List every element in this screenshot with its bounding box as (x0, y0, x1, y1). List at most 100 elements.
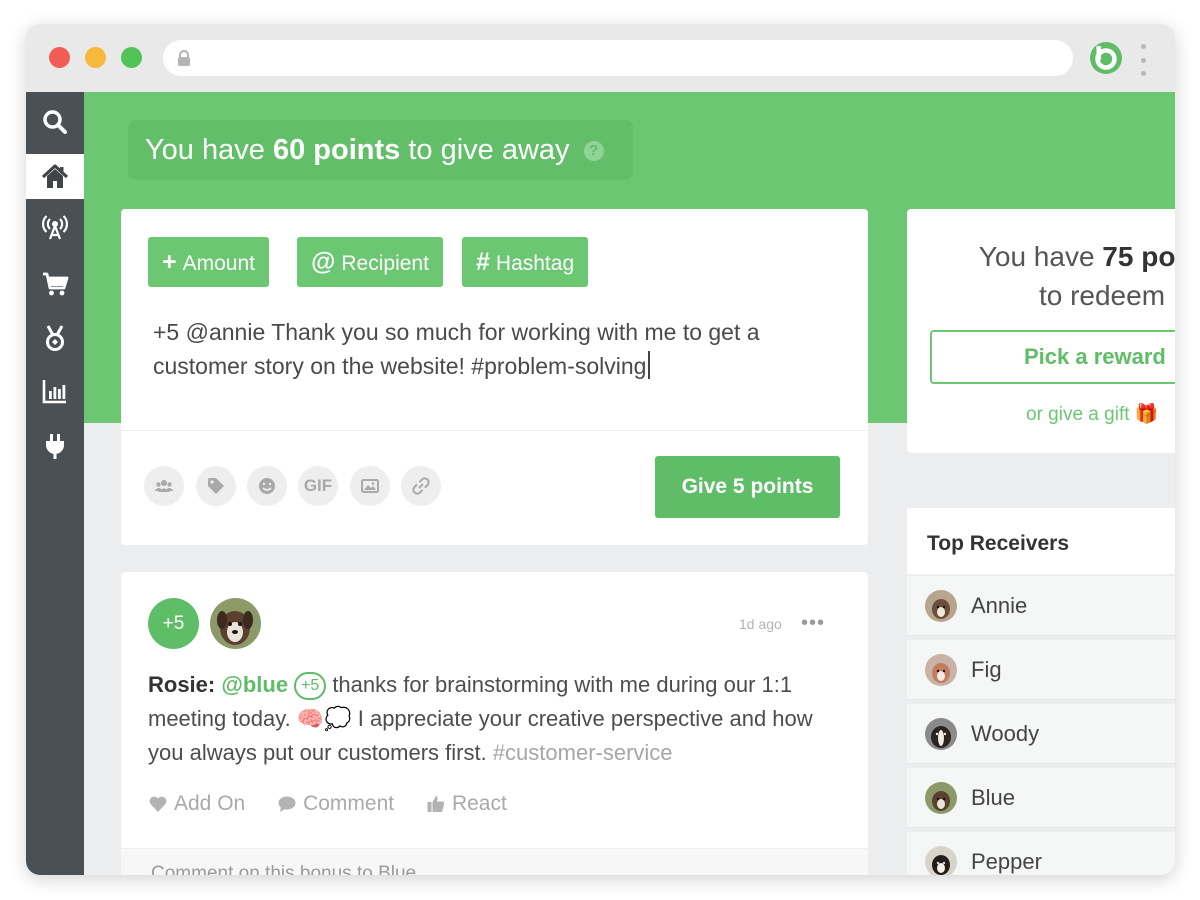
post-mention[interactable]: @blue (221, 672, 288, 697)
avatar (925, 846, 957, 875)
comment-input[interactable]: Comment on this bonus to Blue... (121, 848, 868, 875)
cart-icon (43, 272, 69, 295)
brain-emoji-icon: 🧠💭 (296, 706, 352, 731)
emoji-button[interactable] (247, 466, 287, 506)
add-on-button[interactable]: Add On (148, 792, 245, 816)
more-options-icon[interactable]: ••• (801, 613, 825, 633)
address-bar[interactable] (163, 40, 1073, 76)
plus-icon: + (162, 248, 177, 276)
sidebar-item-search[interactable] (26, 99, 84, 144)
post-message: Rosie: @blue +5 thanks for brainstorming… (148, 668, 848, 770)
give-prefix: You have (145, 134, 265, 166)
receiver-name: Pepper (971, 849, 1042, 874)
redeem-card: You have 75 points to redeem Pick a rewa… (907, 209, 1175, 453)
avatar[interactable] (210, 598, 261, 649)
link-icon (412, 477, 430, 495)
post-timestamp: 1d ago (739, 616, 782, 632)
app-sidebar (26, 92, 84, 875)
sidebar-item-analytics[interactable] (26, 368, 84, 413)
comment-label: Comment (303, 792, 395, 815)
receiver-item[interactable]: Annie (907, 576, 1175, 636)
sidebar-item-shop[interactable] (26, 261, 84, 306)
bonusly-logo-icon[interactable] (1088, 40, 1124, 76)
receiver-item[interactable]: Fig (907, 640, 1175, 700)
composer-divider (121, 430, 868, 431)
post-hashtag[interactable]: #customer-service (493, 740, 673, 765)
hashtag-chip-button[interactable]: # Hashtag (462, 237, 589, 287)
hash-icon: # (476, 248, 490, 276)
receiver-name: Annie (971, 593, 1028, 618)
comment-placeholder: Comment on this bonus to Blue... (151, 863, 432, 875)
browser-titlebar (26, 24, 1175, 92)
give-gift-link[interactable]: or give a gift 🎁 (1026, 402, 1158, 426)
image-button[interactable] (350, 466, 390, 506)
maximize-window-button[interactable] (121, 47, 142, 68)
heart-icon (149, 796, 167, 812)
recipient-chip-label: Recipient (341, 252, 429, 275)
hashtag-chip-label: Hashtag (495, 252, 575, 275)
give-suffix: to give away (408, 134, 570, 166)
close-window-button[interactable] (49, 47, 70, 68)
recipient-chip-button[interactable]: @ Recipient (297, 237, 443, 287)
minimize-window-button[interactable] (85, 47, 106, 68)
top-receivers-card: Top Receivers Annie Fig Woody Blue Peppe… (907, 508, 1175, 875)
link-button[interactable] (401, 466, 441, 506)
lock-icon (178, 50, 190, 66)
redeem-points-value: 75 points (1102, 241, 1175, 272)
give-points-summary: You have 60 points to give away ? (128, 120, 633, 180)
text-caret (648, 351, 651, 379)
at-icon: @ (311, 248, 336, 276)
home-icon (41, 163, 69, 188)
sidebar-item-broadcast[interactable] (26, 204, 84, 249)
tag-icon (208, 478, 224, 494)
avatar (925, 654, 957, 686)
receiver-item[interactable]: Woody (907, 704, 1175, 764)
thumbs-up-icon (427, 796, 445, 812)
comment-icon (278, 796, 296, 812)
inline-amount-badge: +5 (294, 672, 327, 700)
bonus-post: +5 1d ago ••• Rosie: @blue +5 thanks for… (121, 572, 868, 875)
top-receivers-title: Top Receivers (907, 508, 1175, 574)
medal-icon (46, 324, 64, 351)
browser-window: You have 60 points to give away ? + Amoun… (26, 24, 1175, 875)
avatar (925, 782, 957, 814)
react-label: React (451, 792, 507, 815)
plug-icon (46, 433, 64, 459)
bonus-message-text: +5 @annie Thank you so much for working … (153, 319, 760, 379)
react-button[interactable]: React (426, 792, 507, 816)
pick-reward-button[interactable]: Pick a reward (930, 330, 1175, 384)
browser-menu-icon[interactable] (1136, 42, 1150, 78)
bonus-message-input[interactable]: +5 @annie Thank you so much for working … (153, 315, 843, 383)
main-content: You have 60 points to give away ? + Amoun… (84, 92, 1175, 875)
sidebar-item-home[interactable] (26, 154, 84, 199)
add-on-label: Add On (174, 792, 246, 815)
mention-group-button[interactable] (144, 466, 184, 506)
redeem-summary: You have 75 points to redeem (907, 237, 1175, 315)
group-icon (154, 480, 174, 492)
give-points-button[interactable]: Give 5 points (655, 456, 840, 518)
tag-button[interactable] (196, 466, 236, 506)
emoji-icon (259, 478, 275, 494)
amount-chip-label: Amount (182, 252, 255, 275)
bar-chart-icon (42, 379, 66, 403)
receiver-name: Fig (971, 657, 1002, 682)
post-author[interactable]: Rosie: (148, 672, 215, 697)
sidebar-item-achievements[interactable] (26, 315, 84, 360)
search-icon (43, 109, 67, 134)
receiver-item[interactable]: Pepper (907, 832, 1175, 875)
image-icon (361, 479, 379, 493)
amount-chip-button[interactable]: + Amount (148, 237, 269, 287)
give-points-value: 60 points (272, 134, 401, 166)
avatar (925, 718, 957, 750)
gif-button[interactable]: GIF (298, 466, 338, 506)
gif-icon: GIF (303, 476, 333, 495)
receiver-item[interactable]: Blue (907, 768, 1175, 828)
post-actions: Add On Comment React (148, 792, 533, 820)
receiver-name: Woody (971, 721, 1040, 746)
broadcast-icon (42, 214, 68, 239)
sidebar-item-integrations[interactable] (26, 423, 84, 468)
bonus-composer: + Amount @ Recipient # Hashtag +5 @annie Th… (121, 209, 868, 545)
redeem-suffix: to redeem (1038, 280, 1166, 311)
comment-button[interactable]: Comment (277, 792, 394, 816)
help-icon[interactable]: ? (583, 141, 604, 162)
